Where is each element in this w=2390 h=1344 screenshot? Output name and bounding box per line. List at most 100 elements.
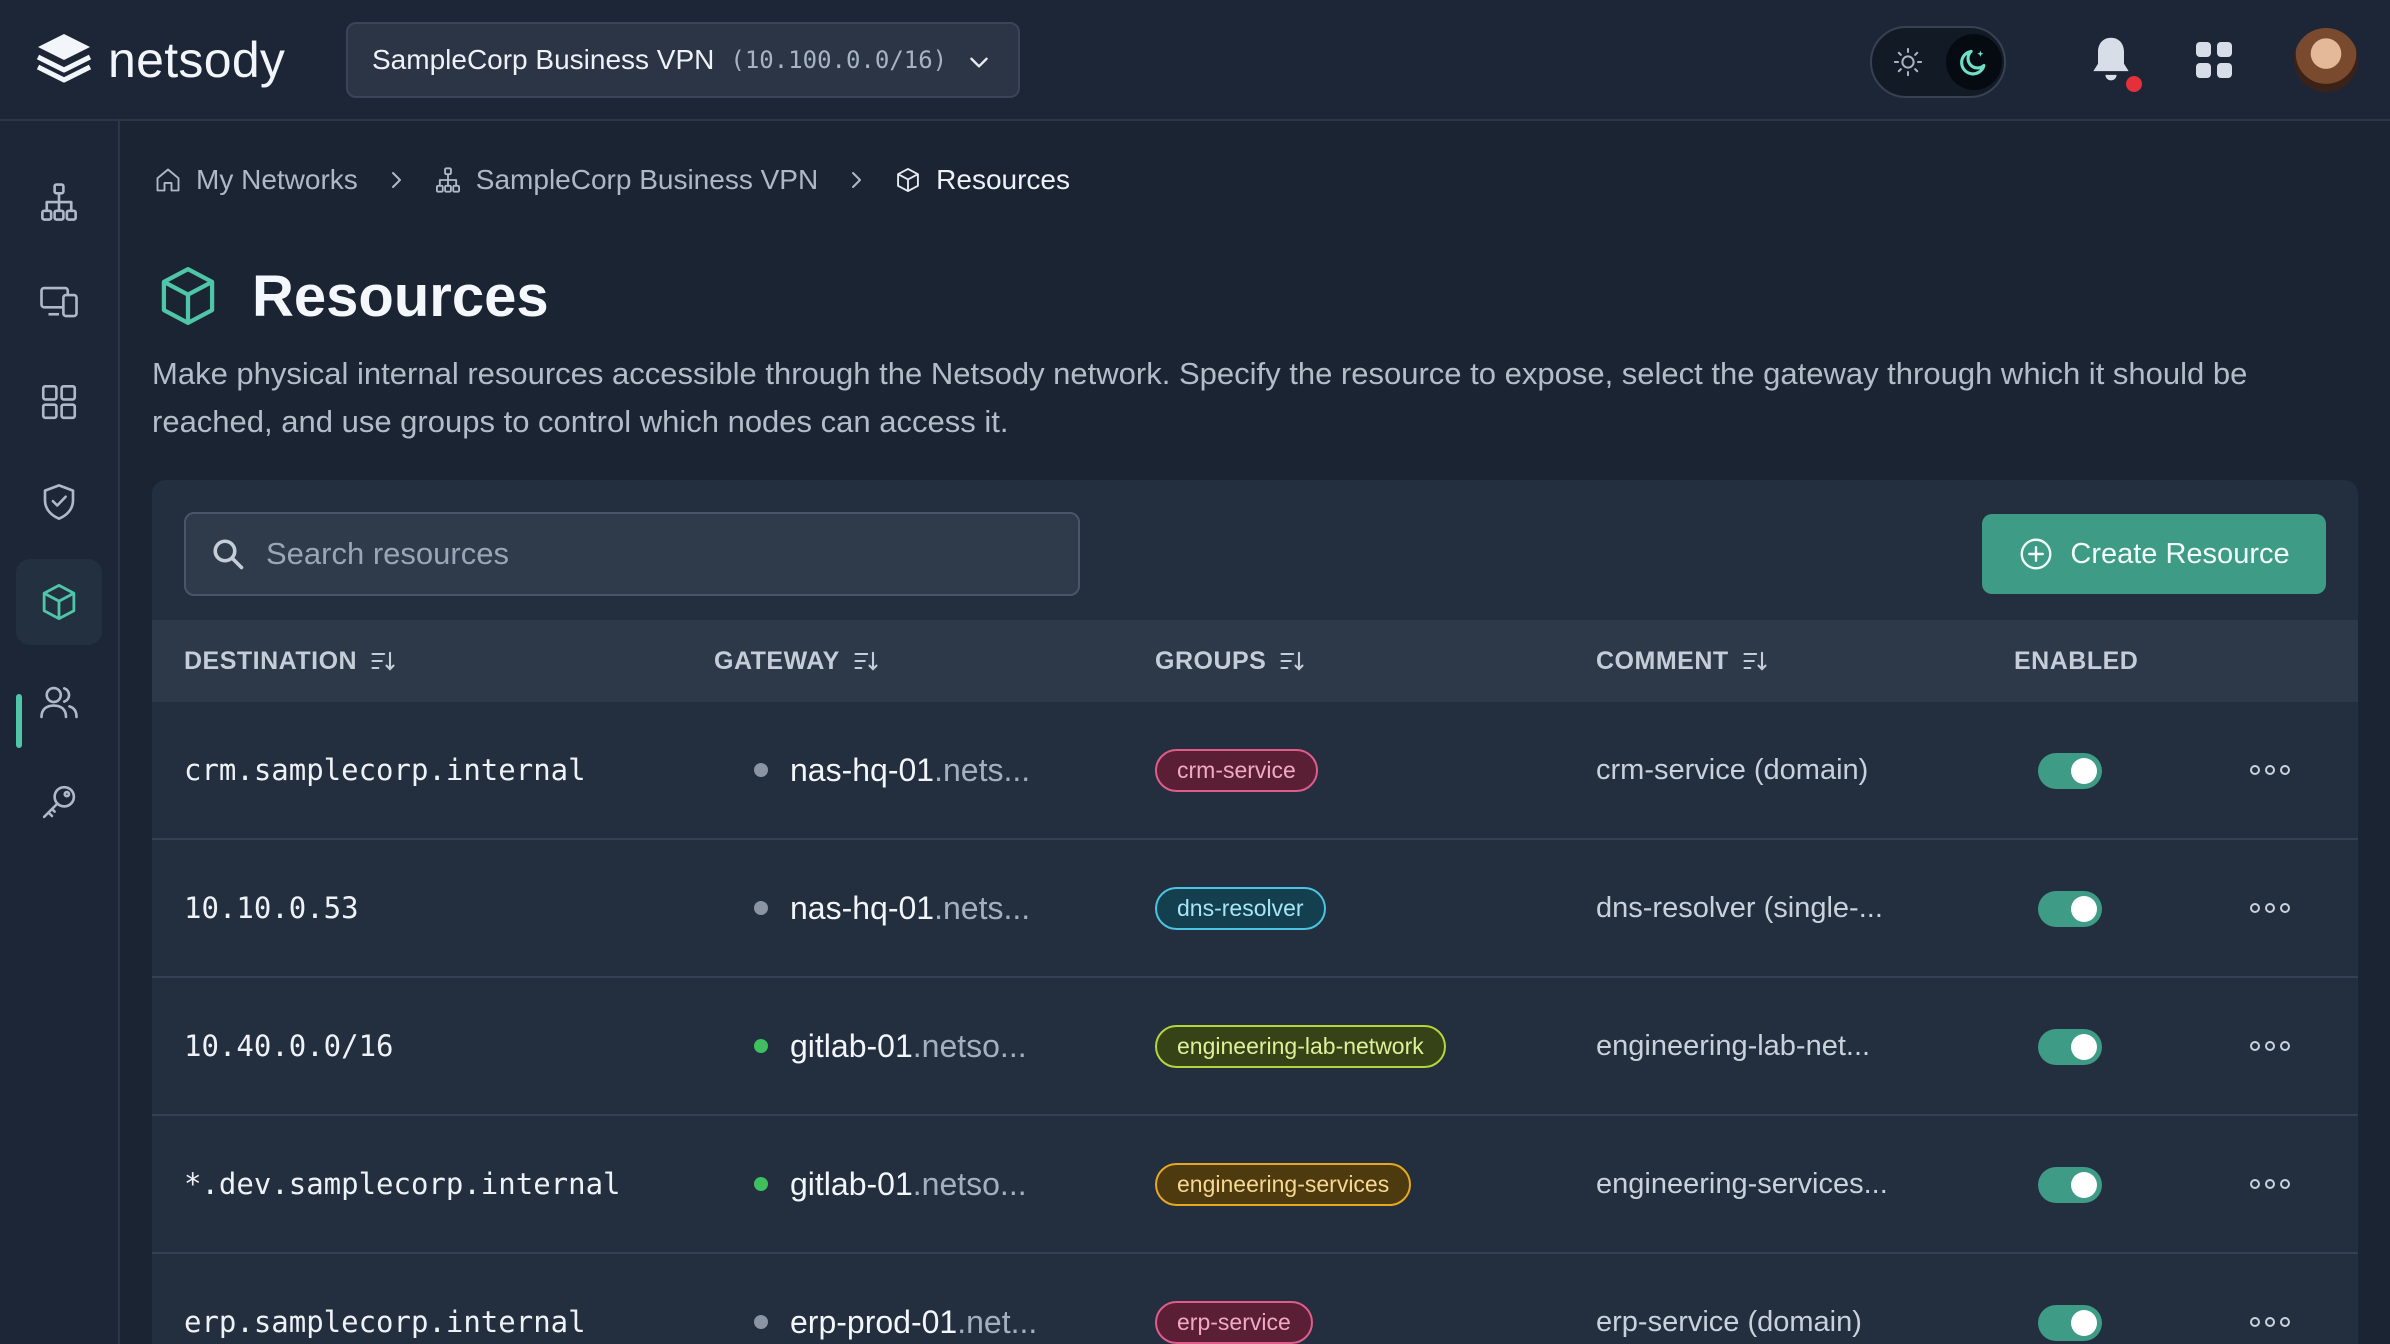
sort-icon[interactable] [1278,647,1306,675]
comment-cell: dns-resolver (single-... [1596,891,1883,924]
gateway-status-dot [754,1315,768,1329]
gateway-status-dot [754,1177,768,1191]
theme-toggle[interactable] [1870,26,2006,98]
destination-cell: erp.samplecorp.internal [184,1305,586,1339]
table-header: DESTINATION GATEWAY GROUPS COMMENT ENABL… [152,620,2358,702]
enabled-toggle[interactable] [2038,891,2102,927]
more-options-icon[interactable] [2250,1170,2290,1198]
gateway-domain: .nets... [934,889,1031,926]
sort-icon[interactable] [369,647,397,675]
column-groups[interactable]: GROUPS [1155,620,1306,702]
more-options-icon[interactable] [2250,894,2290,922]
toggle-knob [2071,758,2097,784]
sidebar-item-keys[interactable] [16,759,102,845]
create-resource-button[interactable]: Create Resource [1982,514,2326,594]
enabled-toggle[interactable] [2038,753,2102,789]
gateway-host: gitlab-01 [790,1027,913,1064]
breadcrumb-label: SampleCorp Business VPN [475,164,819,195]
gateway-domain: .netso... [912,1027,1027,1064]
table-row[interactable]: 10.40.0.0/16 gitlab-01 .netso... engineer… [152,978,2358,1116]
enabled-toggle[interactable] [2038,1305,2102,1341]
table-row[interactable]: erp.samplecorp.internal erp-prod-01 .net.… [152,1254,2358,1344]
breadcrumb-network[interactable]: SampleCorp Business VPN [434,164,818,196]
toggle-knob [2071,1034,2097,1060]
devices-icon [40,286,78,318]
chevron-right-icon [391,172,401,188]
sort-icon[interactable] [1741,647,1769,675]
column-comment[interactable]: COMMENT [1596,620,1769,702]
key-icon [42,785,76,819]
destination-cell: crm.samplecorp.internal [184,753,586,787]
group-chip[interactable]: erp-service [1155,1300,1313,1344]
enabled-toggle[interactable] [2038,1029,2102,1065]
breadcrumb: My Networks SampleCorp Business VPN Reso… [154,160,1070,200]
table-row[interactable]: crm.samplecorp.internal nas-hq-01 .nets..… [152,702,2358,840]
sidebar-item-policies[interactable] [16,459,102,545]
comment-cell: engineering-lab-net... [1596,1029,1871,1062]
group-chip[interactable]: engineering-services [1155,1162,1412,1206]
column-label: COMMENT [1596,646,1729,675]
gateway-domain: .net... [957,1303,1038,1340]
table-row[interactable]: 10.10.0.53 nas-hq-01 .nets... dns-resolve… [152,840,2358,978]
breadcrumb-label: Resources [936,164,1071,195]
network-icon [435,167,460,193]
more-options-icon[interactable] [2250,1032,2290,1060]
gateway-cell[interactable]: nas-hq-01 .nets... [754,840,1030,976]
column-gateway[interactable]: GATEWAY [714,620,880,702]
column-destination[interactable]: DESTINATION [184,620,397,702]
chevron-right-icon [852,172,862,188]
group-chip[interactable]: dns-resolver [1155,886,1326,930]
brand-logo[interactable]: netsody [32,28,285,92]
group-chip[interactable]: crm-service [1155,748,1318,792]
destination-cell: 10.10.0.53 [184,891,359,925]
column-label: ENABLED [2014,646,2139,675]
search-input[interactable] [266,536,1026,572]
users-icon [40,686,78,719]
toggle-knob [2071,1172,2097,1198]
toggle-knob [2071,896,2097,922]
sidebar-item-users[interactable] [16,659,102,745]
top-bar: netsody SampleCorp Business VPN (10.100.… [0,0,2390,121]
sidebar-item-resources[interactable] [16,559,102,645]
network-selector[interactable]: SampleCorp Business VPN (10.100.0.0/16) [346,22,1020,98]
chevron-down-icon [970,57,988,68]
comment-cell: engineering-services... [1596,1167,1888,1200]
resources-cube-icon [42,583,76,621]
group-chip[interactable]: engineering-lab-network [1155,1024,1446,1068]
gateway-status-dot [754,1039,768,1053]
toggle-knob [2071,1310,2097,1336]
network-cidr: (10.100.0.0/16) [730,46,948,74]
groups-cell: crm-service [1155,702,1318,838]
gateway-host: nas-hq-01 [790,751,935,788]
gateway-cell[interactable]: gitlab-01 .netso... [754,978,1027,1114]
gateway-cell[interactable]: erp-prod-01 .net... [754,1254,1037,1344]
column-label: GROUPS [1155,646,1267,675]
enabled-toggle[interactable] [2038,1167,2102,1203]
sun-icon[interactable] [1886,40,1930,84]
gateway-cell[interactable]: nas-hq-01 .nets... [754,702,1030,838]
apps-grid-icon[interactable] [2196,42,2232,78]
search-box[interactable] [184,512,1080,596]
sort-icon[interactable] [852,647,880,675]
avatar[interactable] [2294,28,2358,92]
sidebar [0,121,120,1344]
sidebar-item-devices[interactable] [16,259,102,345]
sidebar-item-dashboard[interactable] [16,359,102,445]
breadcrumb-resources: Resources [894,164,1070,196]
gateway-domain: .nets... [934,751,1031,788]
more-options-icon[interactable] [2250,756,2290,784]
more-options-icon[interactable] [2250,1308,2290,1336]
gateway-cell[interactable]: gitlab-01 .netso... [754,1116,1027,1252]
groups-cell: engineering-services [1155,1116,1412,1252]
notification-dot [2126,76,2142,92]
sidebar-item-networks[interactable] [16,159,102,245]
breadcrumb-my-networks[interactable]: My Networks [154,164,358,196]
gateway-host: nas-hq-01 [790,889,935,926]
dashboard-grid-icon [41,384,77,420]
table-row[interactable]: *.dev.samplecorp.internal gitlab-01 .nets… [152,1116,2358,1254]
gateway-status-dot [754,901,768,915]
column-label: GATEWAY [714,646,840,675]
column-enabled: ENABLED [2014,620,2138,702]
moon-icon[interactable] [1946,34,2002,90]
brand-name: netsody [108,32,286,88]
